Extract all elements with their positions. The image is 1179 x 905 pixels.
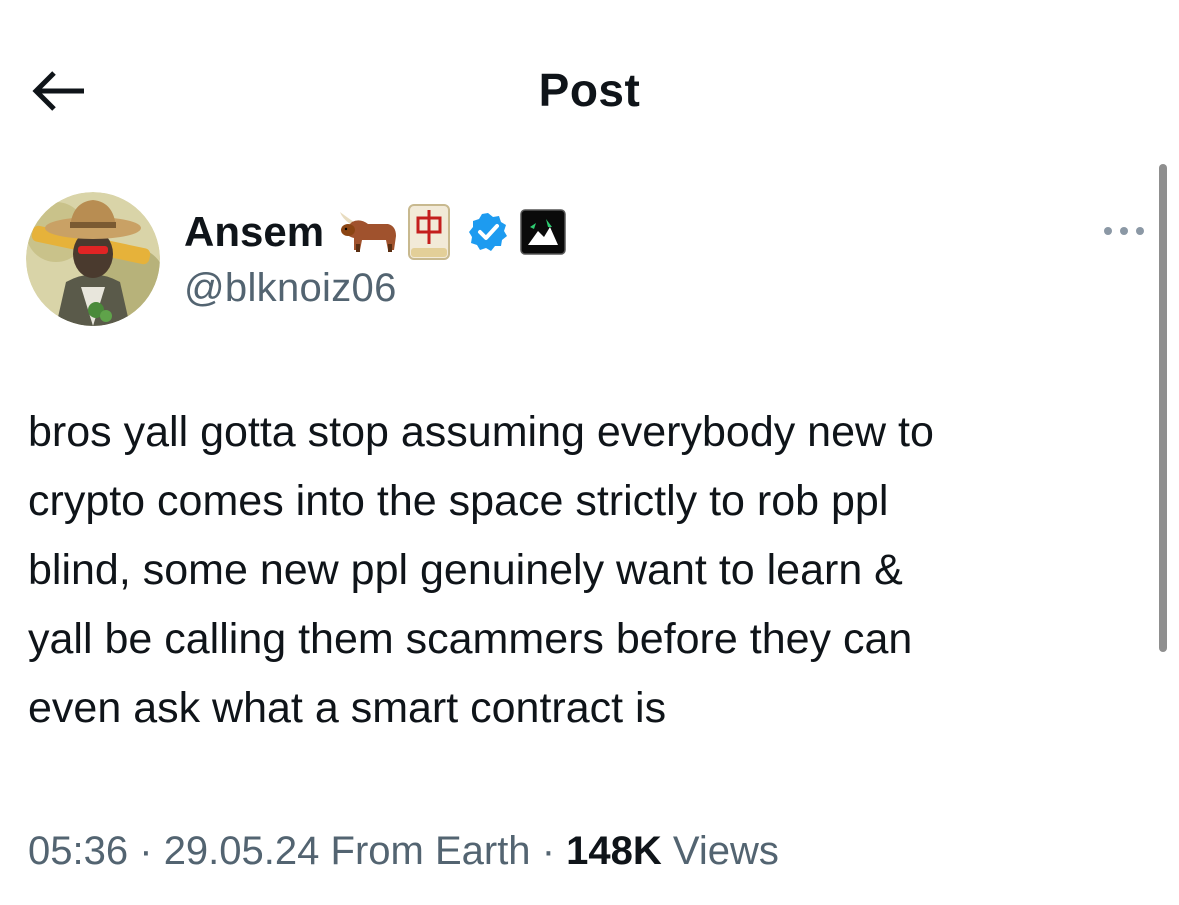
author-handle[interactable]: @blknoiz06 — [184, 262, 397, 314]
mahjong-red-dragon-icon — [408, 204, 451, 260]
tweet-time[interactable]: 05:36 — [28, 829, 128, 873]
views-count[interactable]: 148K — [566, 829, 662, 873]
tweet-date[interactable]: 29.05.24 — [164, 829, 320, 873]
tweet-meta: 05:36 · 29.05.24 From Earth · 148K Views — [28, 822, 779, 880]
ox-emoji-icon — [340, 212, 397, 252]
meta-separator: · — [139, 829, 153, 873]
author-row: Ansem — [184, 204, 566, 260]
post-header: Post — [0, 0, 1179, 180]
avatar-image — [26, 192, 160, 326]
meta-separator: · — [541, 829, 556, 873]
more-options-button[interactable] — [1098, 216, 1150, 246]
tweet-text: bros yall gotta stop assuming everybody … — [28, 398, 1138, 743]
scrollbar[interactable] — [1159, 164, 1167, 652]
tweet-location: From Earth — [330, 829, 531, 873]
more-horizontal-icon — [1104, 227, 1144, 235]
author-name[interactable]: Ansem — [184, 204, 324, 260]
tweet-text-line: crypto comes into the space strictly to … — [28, 477, 889, 525]
avatar[interactable] — [26, 192, 160, 326]
page-title: Post — [538, 64, 641, 116]
affiliate-badge-icon[interactable] — [520, 209, 566, 255]
tweet-text-line: blind, some new ppl genuinely want to le… — [28, 546, 903, 594]
verified-badge-icon[interactable] — [468, 212, 508, 252]
tweet-text-line: bros yall gotta stop assuming everybody … — [28, 408, 934, 456]
tweet-text-line: even ask what a smart contract is — [28, 684, 667, 732]
views-label[interactable]: Views — [673, 829, 779, 873]
tweet-text-line: yall be calling them scammers before the… — [28, 615, 913, 663]
